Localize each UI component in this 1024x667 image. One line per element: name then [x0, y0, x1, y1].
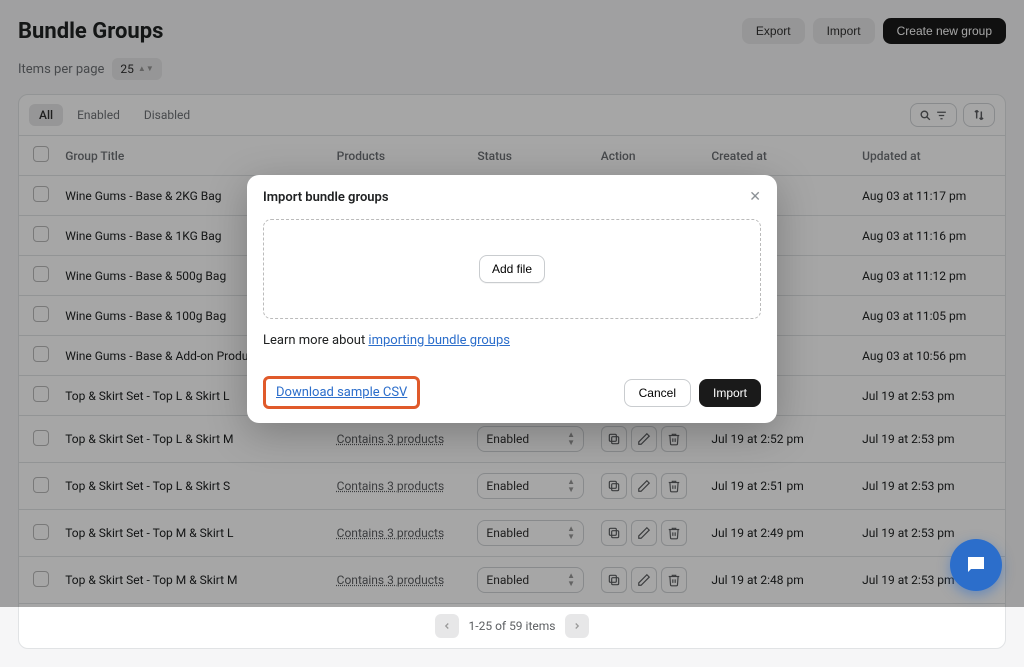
pagination-summary: 1-25 of 59 items: [469, 619, 556, 633]
modal-body: Add file Learn more about importing bund…: [247, 219, 777, 362]
chat-icon: [964, 553, 988, 577]
modal-header: Import bundle groups ✕: [247, 175, 777, 219]
modal-title: Import bundle groups: [263, 190, 389, 205]
chat-fab[interactable]: [950, 539, 1002, 591]
pagination: 1-25 of 59 items: [19, 604, 1005, 648]
modal-footer-actions: Cancel Import: [624, 379, 761, 407]
chevron-left-icon: [442, 621, 452, 631]
download-sample-csv-link[interactable]: Download sample CSV: [276, 385, 407, 400]
learn-more-text: Learn more about importing bundle groups: [263, 333, 761, 348]
prev-page-button[interactable]: [435, 614, 459, 638]
modal-import-button[interactable]: Import: [699, 379, 761, 407]
close-icon[interactable]: ✕: [749, 189, 761, 205]
import-modal: Import bundle groups ✕ Add file Learn mo…: [247, 175, 777, 423]
file-dropzone[interactable]: Add file: [263, 219, 761, 319]
modal-footer: Download sample CSV Cancel Import: [247, 362, 777, 423]
download-sample-highlight: Download sample CSV: [263, 376, 420, 409]
add-file-button[interactable]: Add file: [479, 255, 545, 283]
learn-more-link[interactable]: importing bundle groups: [368, 333, 510, 348]
cancel-button[interactable]: Cancel: [624, 379, 691, 407]
next-page-button[interactable]: [565, 614, 589, 638]
chevron-right-icon: [572, 621, 582, 631]
